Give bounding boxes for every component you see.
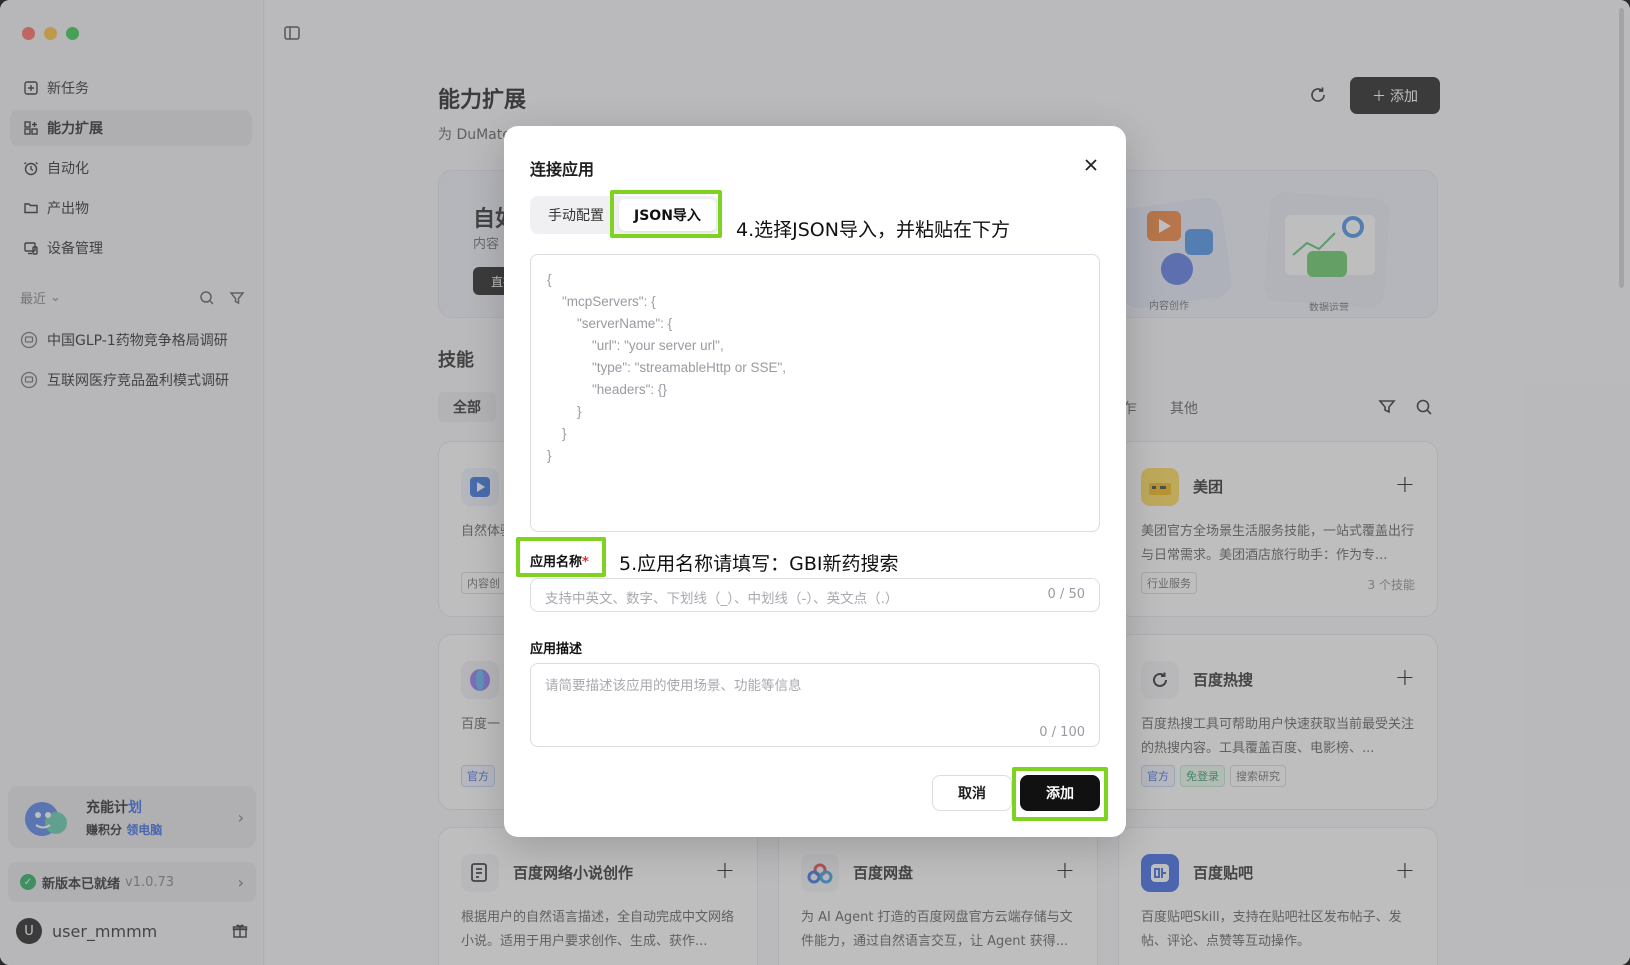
cancel-button[interactable]: 取消: [932, 775, 1012, 811]
close-icon[interactable]: [1082, 156, 1100, 174]
app-desc-counter: 0 / 100: [1039, 725, 1085, 740]
highlight-box: [1012, 767, 1108, 821]
app-desc-label: 应用描述: [530, 642, 583, 657]
app-name-counter: 0 / 50: [1047, 587, 1085, 602]
app-name-placeholder: 支持中英文、数字、下划线（_）、中划线（-）、英文点（.）: [545, 591, 899, 607]
tab-manual-config[interactable]: 手动配置: [533, 199, 619, 231]
app-window: 新任务 能力扩展 自动化 产出物 设备管理 最近 ⌄ 中国GLP-1药物竞争格局…: [0, 0, 1630, 965]
annotation-step-4: 4.选择JSON导入，并粘贴在下方: [736, 219, 1010, 241]
json-input[interactable]: { "mcpServers": { "serverName": { "url":…: [530, 254, 1100, 532]
app-desc-input[interactable]: 请简要描述该应用的使用场景、功能等信息 0 / 100: [530, 663, 1100, 747]
highlight-box: [610, 190, 722, 238]
connect-app-dialog: 连接应用 手动配置 JSON导入 4.选择JSON导入，并粘贴在下方 { "mc…: [504, 126, 1126, 837]
app-name-label: 应用名称*: [530, 555, 589, 570]
dialog-title: 连接应用: [530, 160, 595, 179]
app-desc-placeholder: 请简要描述该应用的使用场景、功能等信息: [545, 678, 802, 694]
annotation-step-5: 5.应用名称请填写：GBI新药搜索: [619, 553, 899, 575]
app-name-input[interactable]: 支持中英文、数字、下划线（_）、中划线（-）、英文点（.） 0 / 50: [530, 578, 1100, 612]
